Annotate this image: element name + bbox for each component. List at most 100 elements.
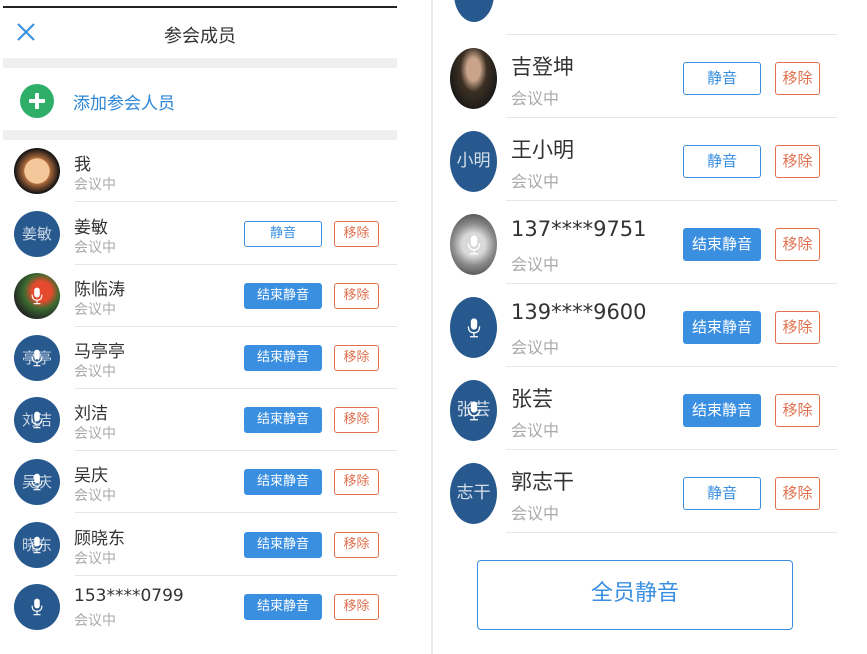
avatar bbox=[454, 0, 494, 22]
add-participant-row[interactable]: 添加参会人员 bbox=[3, 68, 397, 130]
avatar: 亭亭 bbox=[14, 335, 60, 381]
remove-button[interactable]: 移除 bbox=[334, 407, 379, 433]
mute-all-button[interactable]: 全员静音 bbox=[477, 560, 793, 630]
member-row: 139****9600 会议中 结束静音 移除 bbox=[440, 284, 845, 367]
member-name: 137****9751 bbox=[511, 217, 647, 241]
unmute-button[interactable]: 结束静音 bbox=[244, 283, 322, 309]
member-name: 顾晓东 bbox=[74, 529, 125, 549]
member-row: 153****0799 会议中 结束静音 移除 bbox=[3, 576, 397, 638]
mic-icon bbox=[31, 349, 43, 367]
avatar: 刘洁 bbox=[14, 397, 60, 443]
avatar-text: 姜敏 bbox=[21, 225, 52, 243]
member-row: 我会议中 bbox=[3, 140, 397, 202]
remove-button[interactable]: 移除 bbox=[775, 394, 820, 427]
remove-button[interactable]: 移除 bbox=[775, 311, 820, 344]
member-row: 姜敏 姜敏会议中 静音 移除 bbox=[3, 203, 397, 265]
remove-button[interactable]: 移除 bbox=[775, 145, 820, 178]
avatar bbox=[14, 273, 60, 319]
member-name: 郭志干 bbox=[511, 470, 574, 494]
member-name: 刘洁 bbox=[74, 404, 108, 424]
member-status: 会议中 bbox=[511, 89, 560, 108]
remove-button[interactable]: 移除 bbox=[775, 62, 820, 95]
avatar: 吴庆 bbox=[14, 459, 60, 505]
member-name: 姜敏 bbox=[74, 218, 108, 238]
member-row: 刘洁刘洁会议中 结束静音移除 bbox=[3, 389, 397, 451]
remove-button[interactable]: 移除 bbox=[334, 469, 379, 495]
member-status: 会议中 bbox=[511, 255, 560, 274]
page-title: 参会成员 bbox=[164, 26, 236, 47]
member-status: 会议中 bbox=[74, 426, 116, 442]
mute-button[interactable]: 静音 bbox=[244, 221, 322, 247]
member-row: 亭亭马亭亭会议中 结束静音移除 bbox=[3, 327, 397, 389]
avatar bbox=[14, 148, 60, 194]
remove-button[interactable]: 移除 bbox=[775, 228, 820, 261]
add-icon[interactable] bbox=[20, 84, 54, 118]
member-status: 会议中 bbox=[74, 302, 116, 318]
avatar bbox=[14, 584, 60, 630]
unmute-button[interactable]: 结束静音 bbox=[244, 532, 322, 558]
row-divider bbox=[75, 201, 397, 202]
remove-button[interactable]: 移除 bbox=[775, 477, 820, 510]
avatar: 张芸 bbox=[450, 380, 497, 441]
member-row: 小明 王小明会议中 静音 移除 bbox=[440, 118, 845, 201]
left-panel: 参会成员 添加参会人员 我会议中姜敏姜敏会议中静音移除陈临涛会议中结束静音移除亭… bbox=[3, 0, 397, 654]
member-status: 会议中 bbox=[74, 488, 116, 504]
member-name: 139****9600 bbox=[511, 300, 647, 324]
add-participant-label[interactable]: 添加参会人员 bbox=[73, 89, 175, 114]
member-name: 马亭亭 bbox=[74, 342, 125, 362]
member-status: 会议中 bbox=[74, 240, 116, 256]
mic-icon bbox=[467, 317, 480, 337]
remove-button[interactable]: 移除 bbox=[334, 594, 379, 620]
member-row: 137****9751 会议中 结束静音 移除 bbox=[440, 201, 845, 284]
row-divider bbox=[506, 532, 837, 533]
mic-icon bbox=[31, 598, 43, 616]
mute-button[interactable]: 静音 bbox=[683, 62, 761, 95]
member-name: 张芸 bbox=[511, 387, 553, 411]
avatar bbox=[450, 48, 497, 109]
mute-button[interactable]: 静音 bbox=[683, 145, 761, 178]
mic-icon bbox=[31, 411, 43, 429]
avatar: 姜敏 bbox=[14, 211, 60, 257]
section-divider bbox=[3, 130, 397, 140]
unmute-button[interactable]: 结束静音 bbox=[683, 311, 761, 344]
member-name: 153****0799 bbox=[74, 586, 184, 606]
mic-icon bbox=[467, 234, 480, 254]
unmute-button[interactable]: 结束静音 bbox=[683, 228, 761, 261]
remove-button[interactable]: 移除 bbox=[334, 283, 379, 309]
member-status: 会议中 bbox=[74, 613, 116, 629]
member-row: 张芸张芸会议中 结束静音移除 bbox=[440, 367, 845, 450]
member-status: 会议中 bbox=[511, 421, 560, 440]
member-status: 会议中 bbox=[511, 172, 560, 191]
member-status: 会议中 bbox=[74, 364, 116, 380]
avatar bbox=[450, 214, 497, 275]
section-divider bbox=[3, 58, 397, 68]
member-status: 会议中 bbox=[74, 177, 116, 193]
avatar bbox=[450, 297, 497, 358]
member-status: 会议中 bbox=[511, 338, 560, 357]
remove-button[interactable]: 移除 bbox=[334, 532, 379, 558]
remove-button[interactable]: 移除 bbox=[334, 221, 379, 247]
unmute-button[interactable]: 结束静音 bbox=[244, 594, 322, 620]
avatar: 晓东 bbox=[14, 522, 60, 568]
right-panel: 吉登坤 会议中 静音 移除 小明 王小明 会议中 静音 移除 137****9751 会议中 结束静音… bbox=[440, 0, 845, 654]
unmute-button[interactable]: 结束静音 bbox=[683, 394, 761, 427]
member-name: 王小明 bbox=[511, 138, 574, 162]
mic-icon bbox=[31, 473, 43, 491]
panel-divider bbox=[431, 0, 433, 654]
unmute-button[interactable]: 结束静音 bbox=[244, 345, 322, 371]
avatar: 志干 bbox=[450, 463, 497, 524]
member-row: 陈临涛 会议中 结束静音 移除 bbox=[3, 265, 397, 327]
unmute-button[interactable]: 结束静音 bbox=[244, 469, 322, 495]
row-divider bbox=[75, 512, 397, 513]
member-name: 吉登坤 bbox=[511, 55, 574, 79]
member-status: 会议中 bbox=[511, 504, 560, 523]
avatar-text: 小明 bbox=[456, 151, 491, 171]
mic-icon bbox=[31, 287, 43, 305]
remove-button[interactable]: 移除 bbox=[334, 345, 379, 371]
member-row: 吴庆吴庆会议中 结束静音移除 bbox=[3, 451, 397, 513]
member-row: 晓东顾晓东会议中 结束静音移除 bbox=[3, 514, 397, 576]
member-row: 吉登坤会议中 静音 移除 bbox=[440, 35, 845, 118]
member-row: 志干 郭志干会议中 静音 移除 bbox=[440, 450, 845, 533]
mute-button[interactable]: 静音 bbox=[683, 477, 761, 510]
unmute-button[interactable]: 结束静音 bbox=[244, 407, 322, 433]
